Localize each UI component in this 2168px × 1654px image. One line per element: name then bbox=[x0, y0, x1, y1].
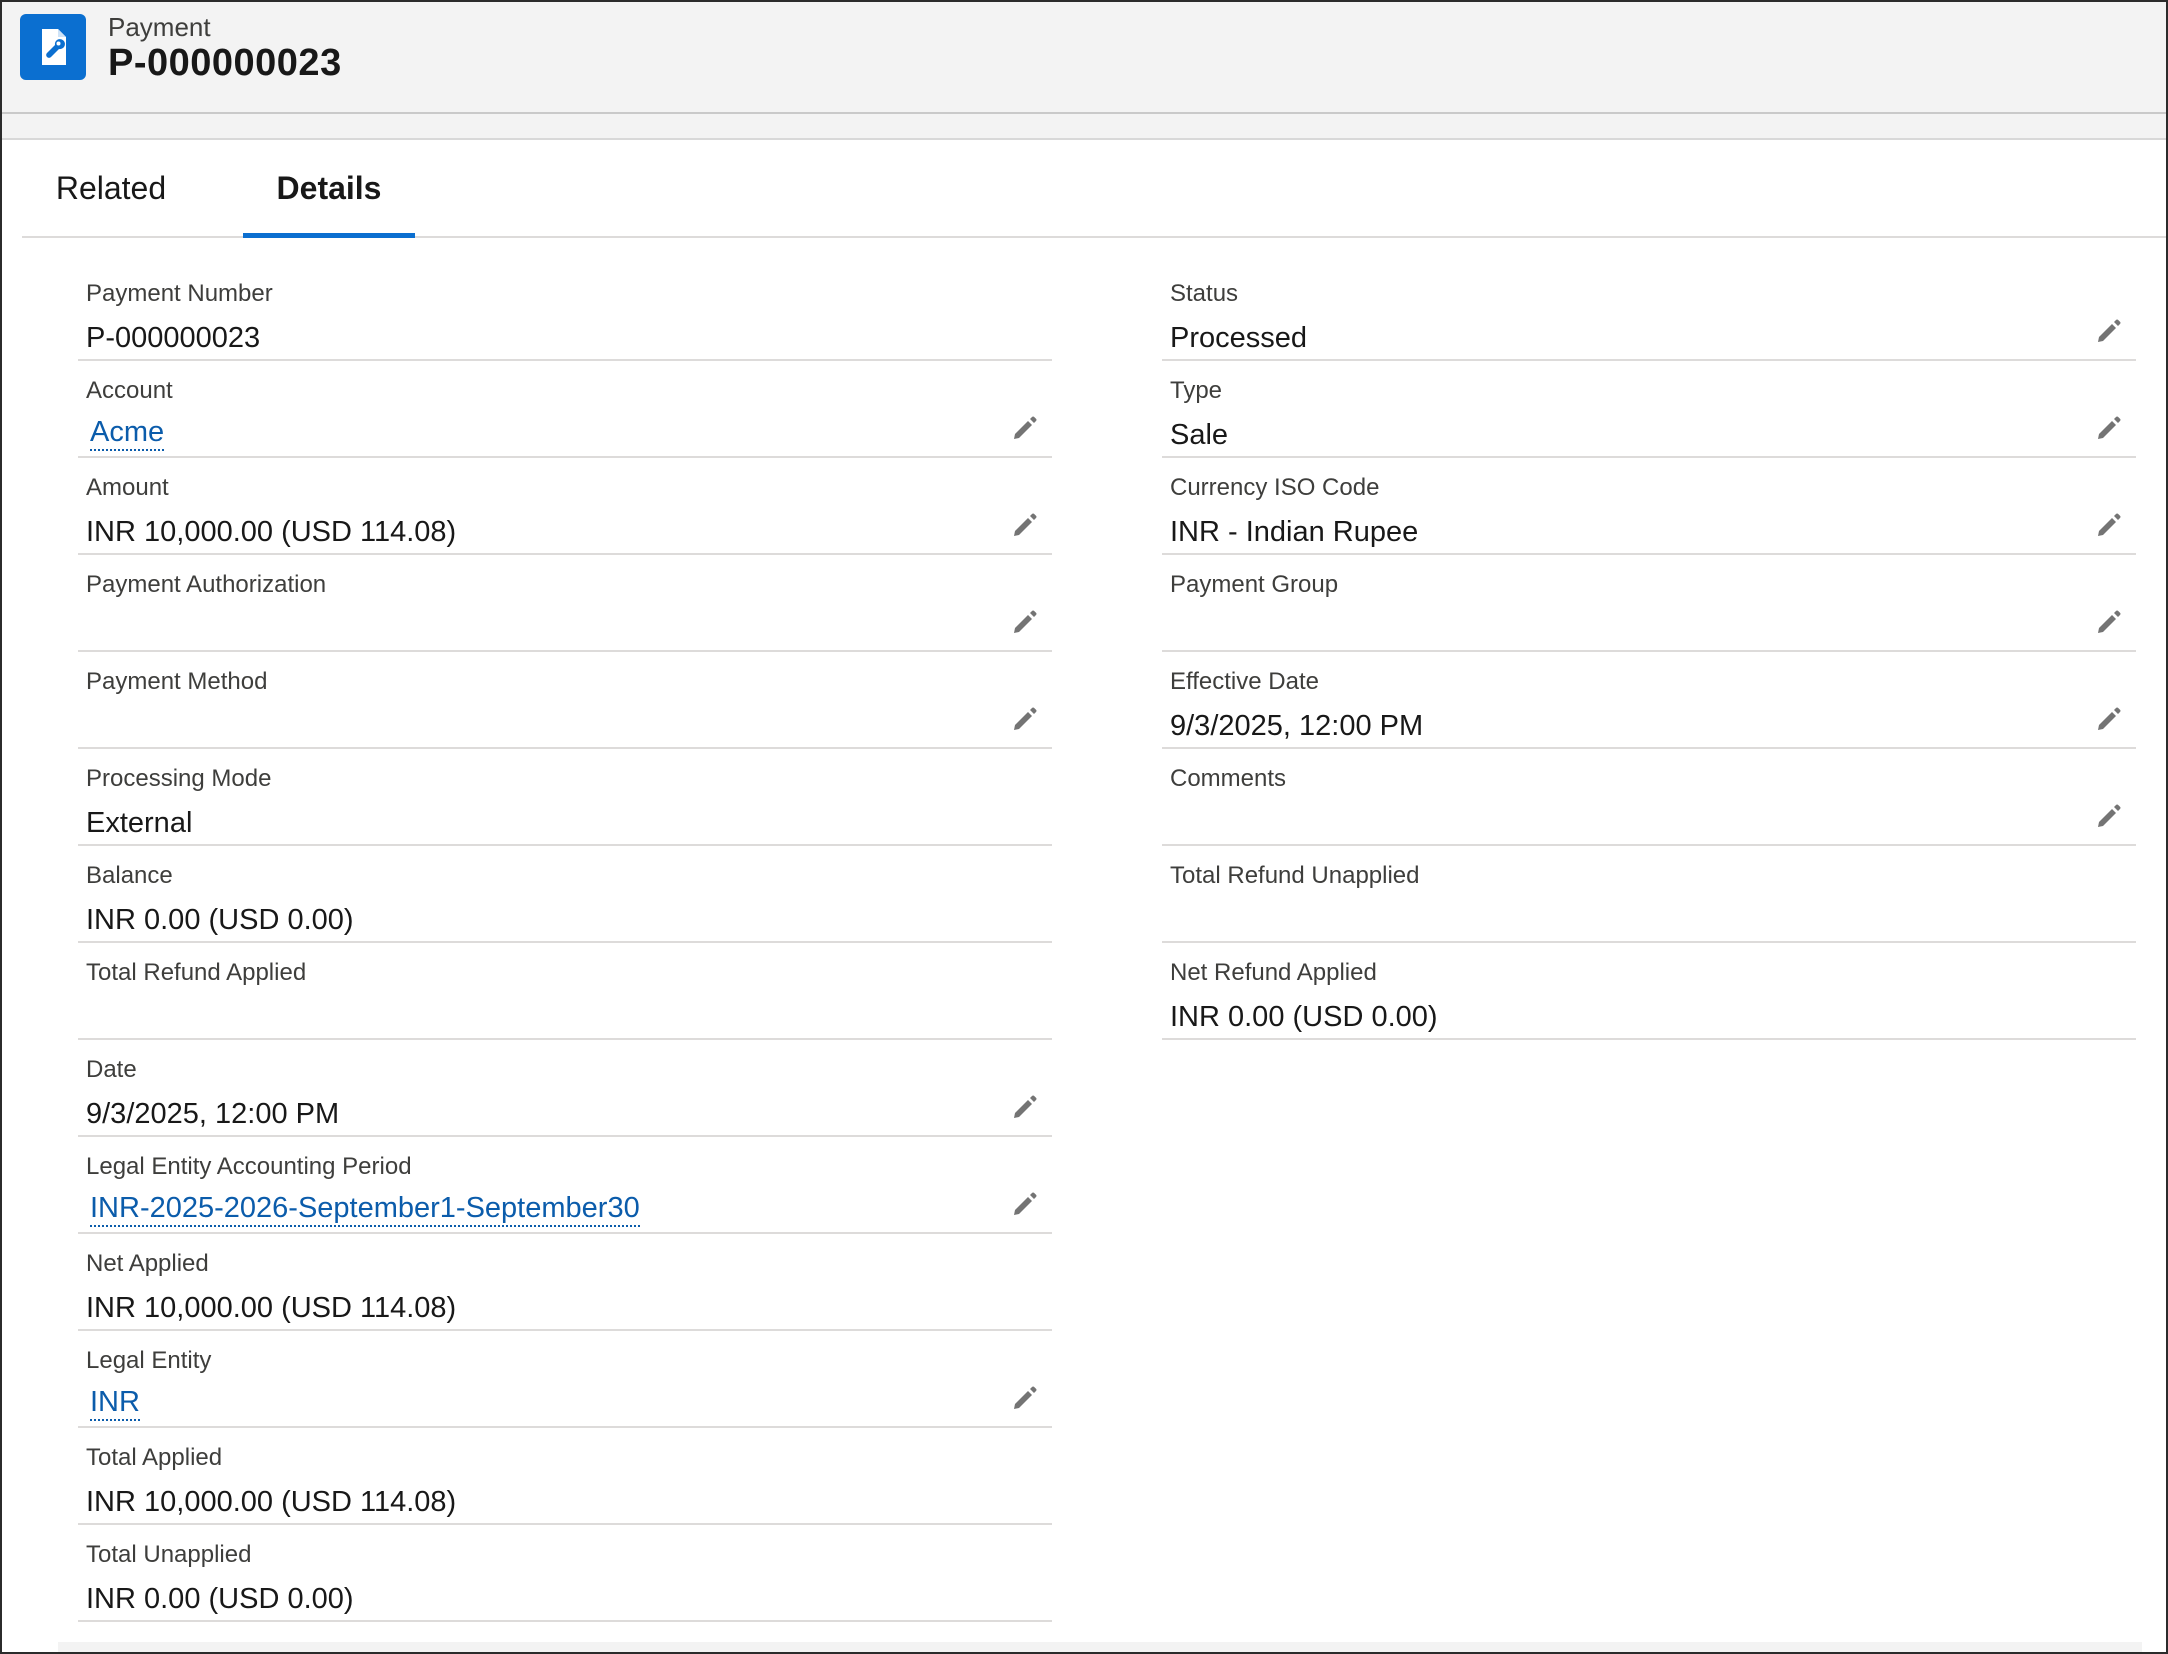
edit-legal-entity-button[interactable] bbox=[1008, 1383, 1042, 1417]
field-net-applied: Net Applied INR 10,000.00 (USD 114.08) bbox=[78, 1234, 1052, 1331]
edit-currency-iso-code-button[interactable] bbox=[2092, 510, 2126, 544]
field-label-legal-entity-accounting-period: Legal Entity Accounting Period bbox=[86, 1153, 412, 1180]
record-title: P-000000023 bbox=[108, 42, 342, 84]
edit-date-button[interactable] bbox=[1008, 1092, 1042, 1126]
field-label-account: Account bbox=[86, 377, 173, 404]
object-type-label: Payment bbox=[108, 12, 211, 42]
field-status: Status Processed bbox=[1162, 264, 2136, 361]
field-value-net-refund-applied: INR 0.00 (USD 0.00) bbox=[1170, 1001, 1438, 1033]
field-label-status: Status bbox=[1170, 280, 1239, 307]
payment-wrench-icon bbox=[20, 14, 86, 80]
field-label-date: Date bbox=[86, 1056, 137, 1083]
field-label-total-refund-unapplied: Total Refund Unapplied bbox=[1170, 862, 1420, 889]
field-value-account-link[interactable]: Acme bbox=[90, 415, 165, 451]
field-payment-number: Payment Number P-000000023 bbox=[78, 264, 1052, 361]
pencil-icon bbox=[1011, 1093, 1039, 1126]
field-label-total-unapplied: Total Unapplied bbox=[86, 1541, 252, 1568]
field-label-comments: Comments bbox=[1170, 765, 1287, 792]
tab-related[interactable]: Related bbox=[54, 140, 168, 236]
pencil-icon bbox=[2095, 608, 2123, 641]
field-value-payment-number: P-000000023 bbox=[86, 322, 261, 354]
field-value-effective-date: 9/3/2025, 12:00 PM bbox=[1170, 710, 1424, 742]
edit-payment-group-button[interactable] bbox=[2092, 607, 2126, 641]
field-total-refund-applied: Total Refund Applied bbox=[78, 943, 1052, 1040]
field-legal-entity-accounting-period: Legal Entity Accounting Period INR-2025-2… bbox=[78, 1137, 1052, 1234]
edit-comments-button[interactable] bbox=[2092, 801, 2126, 835]
field-value-amount: INR 10,000.00 (USD 114.08) bbox=[86, 516, 457, 548]
field-value-balance: INR 0.00 (USD 0.00) bbox=[86, 904, 354, 936]
field-label-net-refund-applied: Net Refund Applied bbox=[1170, 959, 1377, 986]
record-tabs: Related Details bbox=[22, 140, 2166, 238]
details-right-column: Status Processed Type Sale Currency ISO Code… bbox=[1162, 264, 2136, 1040]
header-divider bbox=[2, 114, 2166, 140]
field-value-net-applied: INR 10,000.00 (USD 114.08) bbox=[86, 1292, 457, 1324]
field-payment-group: Payment Group bbox=[1162, 555, 2136, 652]
pencil-icon bbox=[2095, 705, 2123, 738]
field-label-currency-iso-code: Currency ISO Code bbox=[1170, 474, 1380, 501]
pencil-icon bbox=[2095, 802, 2123, 835]
field-comments: Comments bbox=[1162, 749, 2136, 846]
field-label-payment-group: Payment Group bbox=[1170, 571, 1339, 598]
pencil-icon bbox=[1011, 705, 1039, 738]
pencil-icon bbox=[1011, 511, 1039, 544]
pencil-icon bbox=[2095, 511, 2123, 544]
field-label-total-refund-applied: Total Refund Applied bbox=[86, 959, 307, 986]
edit-status-button[interactable] bbox=[2092, 316, 2126, 350]
edit-account-button[interactable] bbox=[1008, 413, 1042, 447]
field-total-refund-unapplied: Total Refund Unapplied bbox=[1162, 846, 2136, 943]
edit-legal-entity-accounting-period-button[interactable] bbox=[1008, 1189, 1042, 1223]
field-payment-authorization: Payment Authorization bbox=[78, 555, 1052, 652]
pencil-icon bbox=[1011, 1190, 1039, 1223]
edit-payment-method-button[interactable] bbox=[1008, 704, 1042, 738]
field-payment-method: Payment Method bbox=[78, 652, 1052, 749]
field-value-legal-entity-link[interactable]: INR bbox=[90, 1385, 140, 1421]
field-value-processing-mode: External bbox=[86, 807, 193, 839]
field-effective-date: Effective Date 9/3/2025, 12:00 PM bbox=[1162, 652, 2136, 749]
edit-effective-date-button[interactable] bbox=[2092, 704, 2126, 738]
edit-amount-button[interactable] bbox=[1008, 510, 1042, 544]
field-value-total-applied: INR 10,000.00 (USD 114.08) bbox=[86, 1486, 457, 1518]
tab-details[interactable]: Details bbox=[243, 140, 415, 238]
pencil-icon bbox=[2095, 317, 2123, 350]
field-net-refund-applied: Net Refund Applied INR 0.00 (USD 0.00) bbox=[1162, 943, 2136, 1040]
edit-payment-authorization-button[interactable] bbox=[1008, 607, 1042, 641]
field-value-status: Processed bbox=[1170, 322, 1308, 354]
field-value-total-unapplied: INR 0.00 (USD 0.00) bbox=[86, 1583, 354, 1615]
field-label-amount: Amount bbox=[86, 474, 169, 501]
field-label-net-applied: Net Applied bbox=[86, 1250, 209, 1277]
field-label-payment-method: Payment Method bbox=[86, 668, 268, 695]
pencil-icon bbox=[1011, 414, 1039, 447]
field-amount: Amount INR 10,000.00 (USD 114.08) bbox=[78, 458, 1052, 555]
field-type: Type Sale bbox=[1162, 361, 2136, 458]
field-value-currency-iso-code: INR - Indian Rupee bbox=[1170, 516, 1419, 548]
field-total-applied: Total Applied INR 10,000.00 (USD 114.08) bbox=[78, 1428, 1052, 1525]
field-legal-entity: Legal Entity INR bbox=[78, 1331, 1052, 1428]
field-date: Date 9/3/2025, 12:00 PM bbox=[78, 1040, 1052, 1137]
pencil-icon bbox=[2095, 414, 2123, 447]
field-value-type: Sale bbox=[1170, 419, 1229, 451]
field-label-legal-entity: Legal Entity bbox=[86, 1347, 212, 1374]
page-footer-strip bbox=[58, 1642, 2142, 1652]
record-page: Payment P-000000023 Related Details Paym… bbox=[0, 0, 2168, 1654]
field-label-total-applied: Total Applied bbox=[86, 1444, 223, 1471]
field-label-payment-authorization: Payment Authorization bbox=[86, 571, 327, 598]
record-header: Payment P-000000023 bbox=[2, 2, 2166, 114]
field-total-unapplied: Total Unapplied INR 0.00 (USD 0.00) bbox=[78, 1525, 1052, 1622]
field-label-processing-mode: Processing Mode bbox=[86, 765, 272, 792]
field-currency-iso-code: Currency ISO Code INR - Indian Rupee bbox=[1162, 458, 2136, 555]
field-account: Account Acme bbox=[78, 361, 1052, 458]
field-label-balance: Balance bbox=[86, 862, 173, 889]
field-value-legal-entity-accounting-period-link[interactable]: INR-2025-2026-September1-September30 bbox=[90, 1191, 640, 1227]
field-label-effective-date: Effective Date bbox=[1170, 668, 1319, 695]
field-value-date: 9/3/2025, 12:00 PM bbox=[86, 1098, 340, 1130]
pencil-icon bbox=[1011, 608, 1039, 641]
field-label-type: Type bbox=[1170, 377, 1223, 404]
field-label-payment-number: Payment Number bbox=[86, 280, 273, 307]
edit-type-button[interactable] bbox=[2092, 413, 2126, 447]
field-processing-mode: Processing Mode External bbox=[78, 749, 1052, 846]
pencil-icon bbox=[1011, 1384, 1039, 1417]
field-balance: Balance INR 0.00 (USD 0.00) bbox=[78, 846, 1052, 943]
details-left-column: Payment Number P-000000023 Account Acme Amou… bbox=[78, 264, 1052, 1622]
